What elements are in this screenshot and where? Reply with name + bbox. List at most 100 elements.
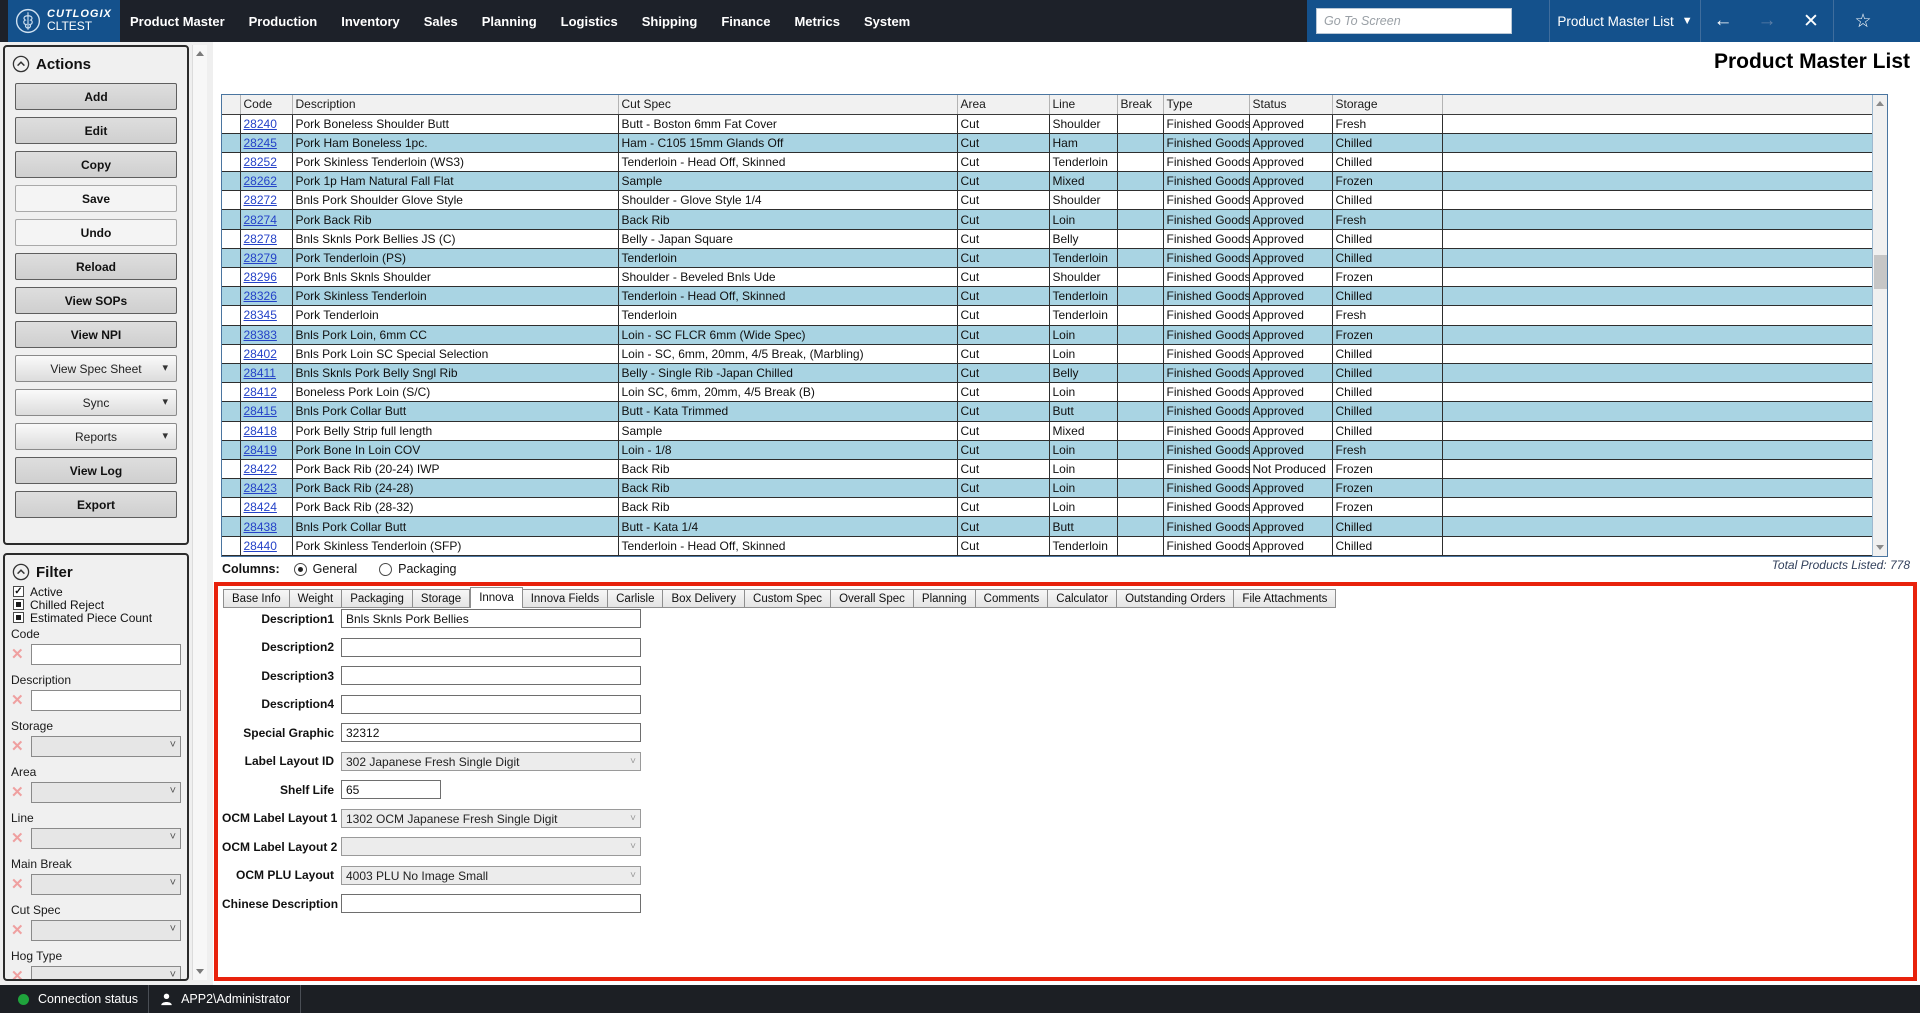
table-row[interactable]: 28240Pork Boneless Shoulder ButtButt - B… [222,114,1872,133]
row-selector-cell[interactable] [222,344,240,363]
table-row[interactable]: 28345Pork TenderloinTenderloinCutTenderl… [222,306,1872,325]
code-link[interactable]: 28245 [244,136,277,150]
menu-item-finance[interactable]: Finance [721,14,770,29]
view-spec-sheet-button[interactable]: View Spec Sheet▾ [15,355,177,382]
code-link[interactable]: 28278 [244,232,277,246]
code-link[interactable]: 28274 [244,213,277,227]
row-selector-cell[interactable] [222,191,240,210]
row-selector-cell[interactable] [222,172,240,191]
tab-packaging[interactable]: Packaging [342,589,413,608]
forward-arrow-icon[interactable]: → [1745,10,1789,32]
table-row[interactable]: 28415Bnls Pork Collar ButtButt - Kata Tr… [222,402,1872,421]
clear-filter-icon[interactable]: ✕ [11,782,31,803]
field-select-label-layout-id[interactable]: 302 Japanese Fresh Single Digit˅ [341,752,641,771]
table-row[interactable]: 28412Boneless Pork Loin (S/C)Loin SC, 6m… [222,383,1872,402]
column-header-code[interactable]: Code [240,95,292,114]
field-select-ocm-plu-layout[interactable]: 4003 PLU No Image Small˅ [341,866,641,885]
row-selector-cell[interactable] [222,114,240,133]
code-link[interactable]: 28418 [244,424,277,438]
filter-select-hog-type[interactable]: ˅ [31,966,181,981]
tab-storage[interactable]: Storage [413,589,470,608]
copy-button[interactable]: Copy [15,151,177,178]
close-icon[interactable]: ✕ [1789,10,1833,33]
scroll-down-icon[interactable] [196,969,204,974]
table-row[interactable]: 28262Pork 1p Ham Natural Fall FlatSample… [222,172,1872,191]
code-link[interactable]: 28419 [244,443,277,457]
code-link[interactable]: 28262 [244,174,277,188]
table-row[interactable]: 28424Pork Back Rib (28-32)Back RibCutLoi… [222,498,1872,517]
table-row[interactable]: 28252Pork Skinless Tenderloin (WS3)Tende… [222,152,1872,171]
clear-filter-icon[interactable]: ✕ [11,874,31,895]
row-selector-cell[interactable] [222,306,240,325]
tab-planning[interactable]: Planning [914,589,976,608]
row-selector-cell[interactable] [222,440,240,459]
filter-select-line[interactable]: ˅ [31,828,181,849]
row-selector-cell[interactable] [222,248,240,267]
filter-select-storage[interactable]: ˅ [31,736,181,757]
sidebar-scrollbar[interactable] [192,45,207,980]
tab-calculator[interactable]: Calculator [1048,589,1117,608]
scroll-up-icon[interactable] [1876,101,1884,106]
code-link[interactable]: 28440 [244,539,277,553]
code-link[interactable]: 28296 [244,270,277,284]
code-link[interactable]: 28272 [244,193,277,207]
column-header-type[interactable]: Type [1163,95,1249,114]
menu-item-production[interactable]: Production [249,14,318,29]
tab-custom-spec[interactable]: Custom Spec [745,589,831,608]
menu-item-product-master[interactable]: Product Master [130,14,225,29]
field-input-description4[interactable] [341,695,641,714]
tab-box-delivery[interactable]: Box Delivery [663,589,745,608]
code-link[interactable]: 28383 [244,328,277,342]
table-row[interactable]: 28438Bnls Pork Collar ButtButt - Kata 1/… [222,517,1872,536]
filter-checkbox-estimated-piece-count[interactable]: Estimated Piece Count [13,611,187,624]
column-header-status[interactable]: Status [1249,95,1332,114]
view-sops-button[interactable]: View SOPs [15,287,177,314]
clear-filter-icon[interactable]: ✕ [11,644,31,665]
tab-comments[interactable]: Comments [976,589,1049,608]
row-selector-cell[interactable] [222,229,240,248]
add-button[interactable]: Add [15,83,177,110]
screen-selector-dropdown[interactable]: Product Master List ▼ [1550,0,1700,42]
view-npi-button[interactable]: View NPI [15,321,177,348]
row-selector-cell[interactable] [222,402,240,421]
menu-item-inventory[interactable]: Inventory [341,14,400,29]
code-link[interactable]: 28422 [244,462,277,476]
table-row[interactable]: 28278Bnls Sknls Pork Bellies JS (C)Belly… [222,229,1872,248]
scroll-down-icon[interactable] [1876,545,1884,550]
tab-outstanding-orders[interactable]: Outstanding Orders [1117,589,1234,608]
scroll-up-icon[interactable] [196,51,204,56]
field-input-shelf-life[interactable]: 65 [341,780,441,799]
code-link[interactable]: 28326 [244,289,277,303]
table-row[interactable]: 28272Bnls Pork Shoulder Glove StyleShoul… [222,191,1872,210]
row-selector-cell[interactable] [222,287,240,306]
row-selector-cell[interactable] [222,383,240,402]
collapse-chevron-icon[interactable] [12,55,30,73]
row-selector-cell[interactable] [222,210,240,229]
reports-button[interactable]: Reports▾ [15,423,177,450]
row-selector-cell[interactable] [222,133,240,152]
field-input-special-graphic[interactable]: 32312 [341,723,641,742]
table-row[interactable]: 28279Pork Tenderloin (PS)TenderloinCutTe… [222,248,1872,267]
code-link[interactable]: 28415 [244,404,277,418]
code-link[interactable]: 28424 [244,500,277,514]
code-link[interactable]: 28279 [244,251,277,265]
code-link[interactable]: 28412 [244,385,277,399]
clear-filter-icon[interactable]: ✕ [11,690,31,711]
table-row[interactable]: 28296Pork Bnls Sknls ShoulderShoulder - … [222,268,1872,287]
favorite-star-icon[interactable]: ☆ [1834,10,1892,33]
table-row[interactable]: 28418Pork Belly Strip full lengthSampleC… [222,421,1872,440]
tab-file-attachments[interactable]: File Attachments [1234,589,1336,608]
tab-base-info[interactable]: Base Info [223,589,290,608]
column-header-break[interactable]: Break [1117,95,1163,114]
row-selector-cell[interactable] [222,268,240,287]
export-button[interactable]: Export [15,491,177,518]
tab-weight[interactable]: Weight [290,589,343,608]
tab-innova-fields[interactable]: Innova Fields [523,589,608,608]
clear-filter-icon[interactable]: ✕ [11,736,31,757]
menu-item-logistics[interactable]: Logistics [561,14,618,29]
field-input-chinese-description[interactable] [341,894,641,913]
menu-item-sales[interactable]: Sales [424,14,458,29]
reload-button[interactable]: Reload [15,253,177,280]
tab-carlisle[interactable]: Carlisle [608,589,663,608]
filter-select-area[interactable]: ˅ [31,782,181,803]
